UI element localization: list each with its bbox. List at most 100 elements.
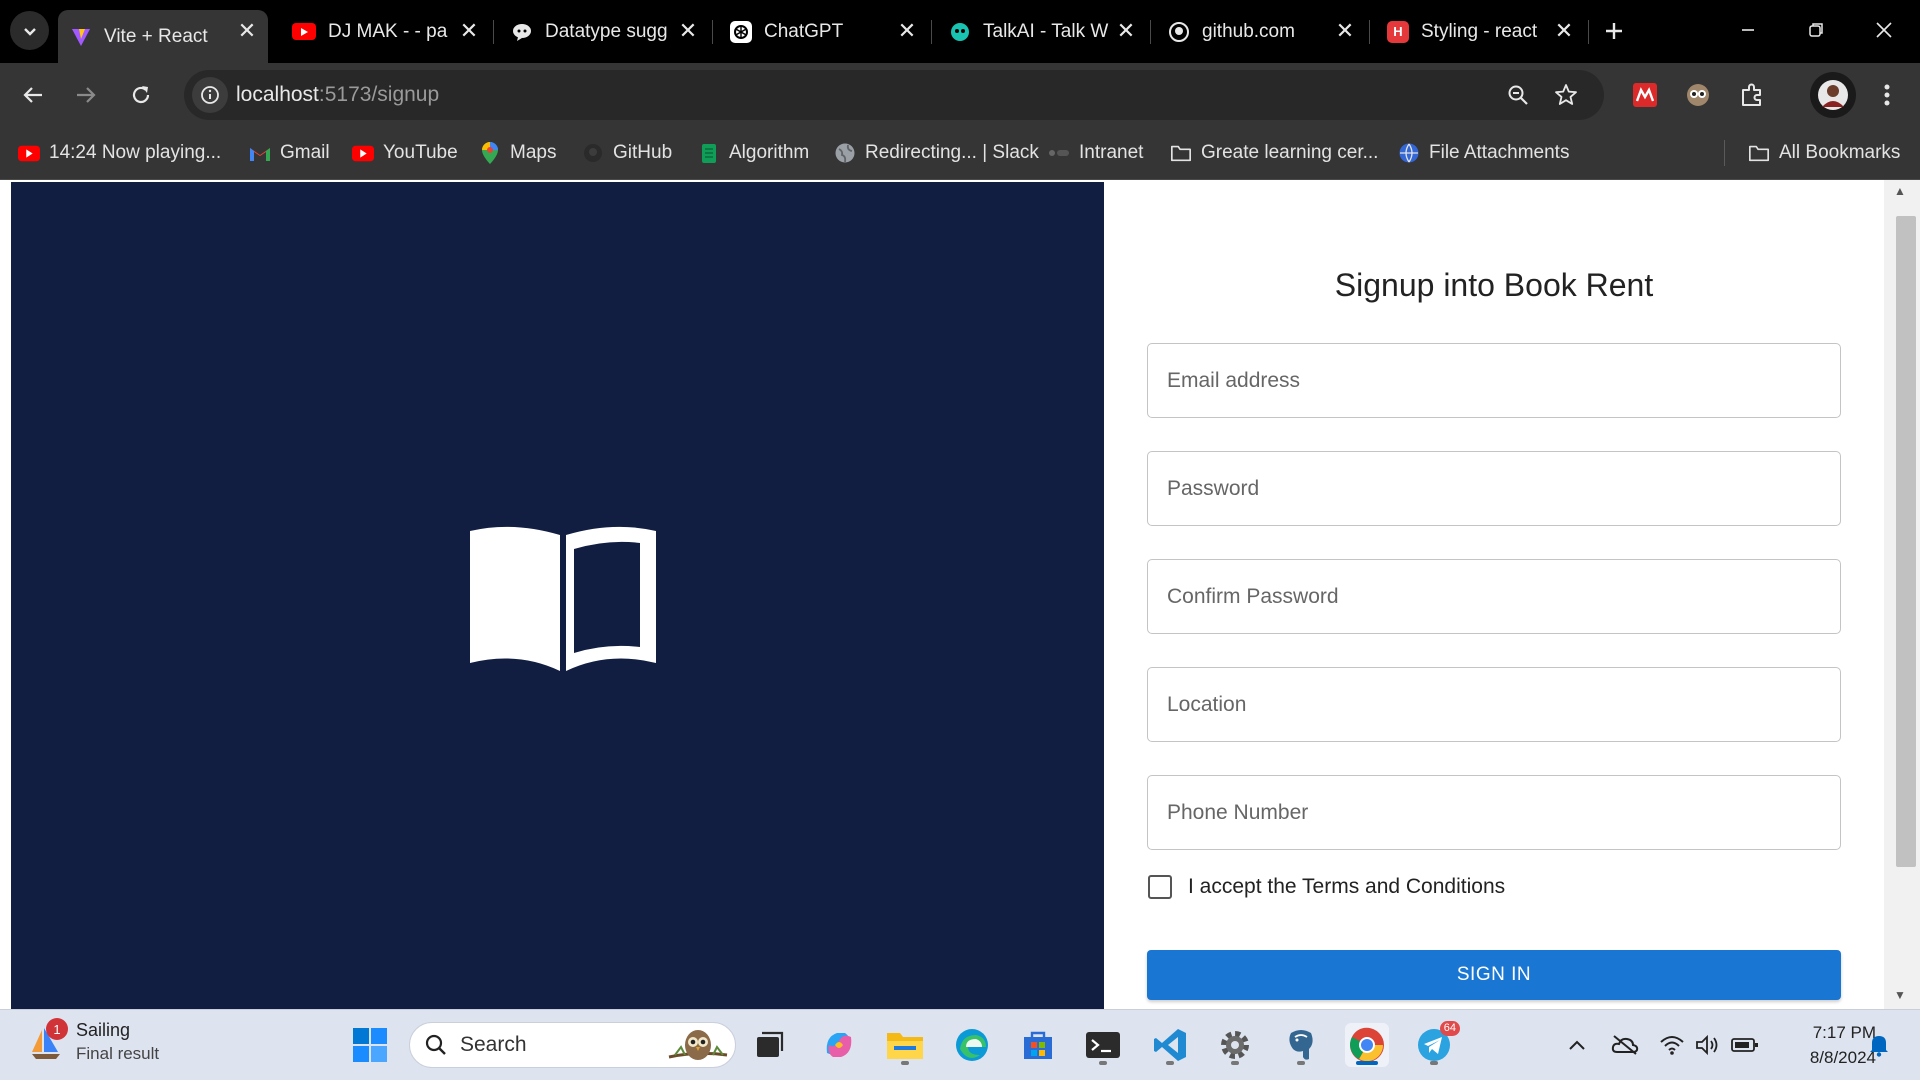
all-bookmarks-label: All Bookmarks	[1779, 142, 1901, 163]
tab-title: TalkAI - Talk W	[983, 20, 1109, 42]
all-bookmarks-button[interactable]: All Bookmarks	[1748, 139, 1900, 167]
star-icon[interactable]	[1550, 79, 1582, 111]
reload-button[interactable]	[121, 75, 161, 115]
bookmark-file-attachments[interactable]: File Attachments	[1398, 139, 1569, 167]
phone-number-input[interactable]	[1148, 776, 1840, 849]
windows-start-icon[interactable]	[348, 1023, 392, 1067]
forward-button[interactable]	[66, 75, 106, 115]
terms-label: I accept the Terms and Conditions	[1188, 875, 1506, 898]
bookmark-intranet[interactable]: Intranet	[1048, 139, 1143, 167]
email-field[interactable]	[1147, 343, 1841, 418]
active-indicator	[1356, 1061, 1378, 1065]
file-explorer-icon[interactable]	[883, 1023, 927, 1067]
close-icon[interactable]: ✕	[454, 16, 484, 46]
show-hidden-icons-chevron-icon[interactable]	[1562, 1030, 1592, 1060]
phone-number-field[interactable]	[1147, 775, 1841, 850]
bookmark-github[interactable]: GitHub	[582, 139, 672, 167]
vscode-icon[interactable]	[1148, 1023, 1192, 1067]
tab-datatype[interactable]: Datatype sugg ✕	[499, 10, 709, 53]
owl-icon	[668, 1030, 728, 1060]
zoom-icon[interactable]	[1502, 79, 1534, 111]
close-icon[interactable]: ✕	[673, 16, 703, 46]
bookmark-maps[interactable]: Maps	[479, 139, 556, 167]
password-field[interactable]	[1147, 451, 1841, 526]
arrow-left-icon	[23, 87, 42, 103]
confirm-password-field[interactable]	[1147, 559, 1841, 634]
kebab-menu-icon[interactable]	[1869, 77, 1905, 113]
bookmark-slack[interactable]: Redirecting... | Slack	[834, 139, 1039, 167]
telegram-icon[interactable]: 64	[1412, 1021, 1460, 1067]
minimize-button[interactable]	[1714, 0, 1782, 60]
address-bar[interactable]: localhost:5173/signup	[184, 70, 1604, 120]
task-view-icon[interactable]	[748, 1023, 792, 1067]
globe-icon	[834, 142, 856, 164]
close-icon[interactable]: ✕	[1330, 16, 1360, 46]
close-icon[interactable]: ✕	[892, 16, 922, 46]
page-title: Signup into Book Rent	[1334, 267, 1654, 303]
close-window-button[interactable]	[1850, 0, 1918, 60]
settings-gear-icon[interactable]	[1213, 1023, 1257, 1067]
chat-bot-icon	[511, 21, 533, 43]
password-input[interactable]	[1148, 452, 1840, 525]
sign-in-button[interactable]: SIGN IN	[1147, 950, 1841, 1000]
new-tab-button[interactable]	[1596, 13, 1632, 49]
back-button[interactable]	[13, 75, 53, 115]
owl-extension-icon[interactable]	[1680, 77, 1716, 113]
tab-vite-react[interactable]: Vite + React ✕	[58, 10, 268, 63]
tab-github[interactable]: github.com ✕	[1156, 10, 1366, 53]
profile-avatar[interactable]	[1810, 72, 1856, 118]
close-icon[interactable]: ✕	[1549, 16, 1579, 46]
scroll-up-icon[interactable]: ▲	[1894, 184, 1906, 198]
volume-icon[interactable]	[1693, 1030, 1723, 1060]
url-path: :5173/signup	[318, 83, 440, 106]
tab-strip: Vite + React ✕ DJ MAK - - pa ✕ Datatype …	[0, 0, 1920, 63]
location-input[interactable]	[1148, 668, 1840, 741]
bookmark-now-playing[interactable]: 14:24 Now playing...	[18, 139, 221, 167]
plus-icon	[1606, 23, 1622, 39]
tab-styling-react[interactable]: H Styling - react ✕	[1375, 10, 1585, 53]
mendeley-extension-icon[interactable]	[1627, 77, 1663, 113]
system-clock[interactable]: 7:17 PM 8/8/2024	[1772, 1020, 1876, 1070]
tab-search-button[interactable]	[10, 11, 49, 50]
scroll-down-icon[interactable]: ▼	[1894, 988, 1906, 1002]
bookmark-algorithm[interactable]: Algorithm	[698, 139, 809, 167]
close-icon[interactable]: ✕	[1111, 16, 1141, 46]
copilot-icon[interactable]	[817, 1023, 861, 1067]
page-scrollbar[interactable]: ▲ ▼	[1884, 180, 1920, 1009]
tab-separator	[1369, 20, 1370, 44]
location-field[interactable]	[1147, 667, 1841, 742]
site-info-icon[interactable]	[192, 77, 228, 113]
weather-widget[interactable]: 1 Sailing Final result	[28, 1018, 159, 1066]
confirm-password-input[interactable]	[1148, 560, 1840, 633]
tab-dj-mak[interactable]: DJ MAK - - pa ✕	[280, 10, 490, 53]
restore-button[interactable]	[1782, 0, 1850, 60]
wifi-icon[interactable]	[1657, 1030, 1687, 1060]
folder-icon	[1170, 142, 1192, 164]
battery-icon[interactable]	[1730, 1030, 1760, 1060]
microsoft-store-icon[interactable]	[1016, 1023, 1060, 1067]
postgresql-icon[interactable]	[1279, 1023, 1323, 1067]
notification-bell-icon[interactable]	[1864, 1030, 1894, 1060]
edge-icon[interactable]	[950, 1023, 994, 1067]
terms-checkbox[interactable]	[1148, 875, 1172, 899]
maps-icon	[479, 142, 501, 164]
taskbar-search[interactable]: Search	[409, 1022, 736, 1068]
bookmark-label: Gmail	[280, 142, 330, 163]
scrollbar-thumb[interactable]	[1896, 216, 1916, 867]
tab-chatgpt[interactable]: ChatGPT ✕	[718, 10, 928, 53]
bookmark-label: 14:24 Now playing...	[49, 142, 222, 163]
arrow-right-icon	[77, 87, 96, 103]
tab-talkai[interactable]: TalkAI - Talk W ✕	[937, 10, 1147, 53]
close-icon[interactable]: ✕	[232, 16, 262, 46]
minimize-icon	[1742, 29, 1754, 31]
tab-separator	[1588, 20, 1589, 44]
onedrive-offline-icon[interactable]	[1610, 1030, 1640, 1060]
puzzle-extensions-icon[interactable]	[1734, 77, 1770, 113]
email-input[interactable]	[1148, 344, 1840, 417]
bookmark-youtube[interactable]: YouTube	[352, 139, 458, 167]
bookmark-gmail[interactable]: Gmail	[249, 139, 330, 167]
bookmarks-divider	[1724, 140, 1725, 166]
terminal-icon[interactable]	[1081, 1023, 1125, 1067]
bookmark-folder-greate-learning[interactable]: Greate learning cer...	[1170, 139, 1378, 167]
chrome-icon[interactable]	[1345, 1023, 1389, 1067]
